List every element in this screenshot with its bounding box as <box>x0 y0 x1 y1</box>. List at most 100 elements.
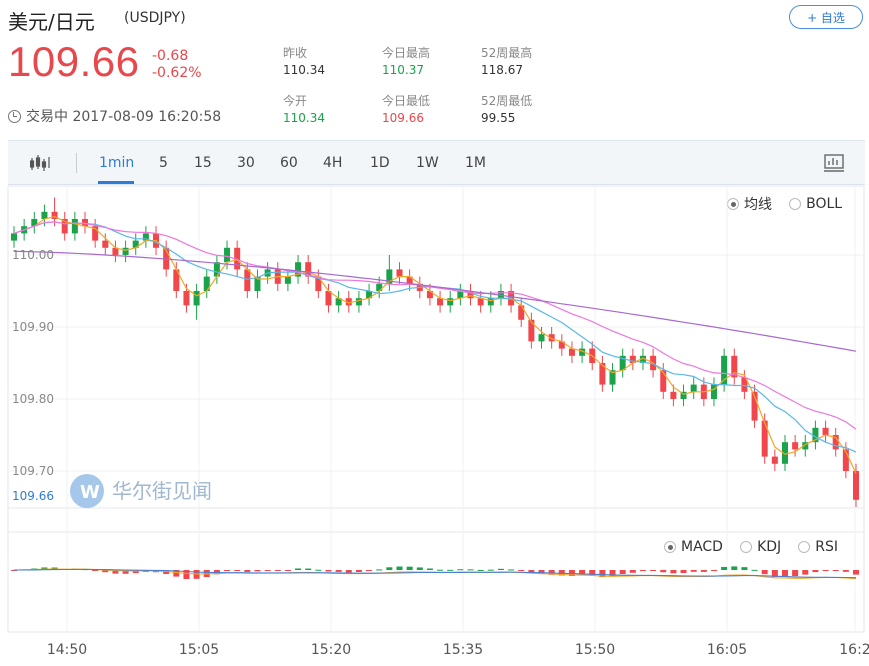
candle-body <box>670 391 677 399</box>
macd-bar <box>751 569 758 571</box>
macd-bar <box>335 570 342 572</box>
macd-bar <box>234 570 241 571</box>
macd-bar <box>741 567 748 570</box>
y-tick-label: 109.70 <box>12 464 54 478</box>
macd-bar <box>416 567 423 570</box>
macd-bar <box>325 570 332 572</box>
watermark-text: 华尔街见闻 <box>112 479 212 503</box>
candle-body <box>224 247 231 263</box>
macd-bar <box>254 570 261 572</box>
macd-bar <box>822 570 829 571</box>
x-tick-label: 14:50 <box>47 642 87 658</box>
x-tick-label: 15:35 <box>443 642 483 658</box>
candle-body <box>690 384 697 392</box>
macd-bar <box>396 566 403 570</box>
candle-body <box>122 247 129 255</box>
macd-bar <box>447 569 454 571</box>
macd-bar <box>315 569 322 571</box>
candle-body <box>528 319 535 342</box>
macd-bar <box>832 570 839 571</box>
y-tick-label: 109.90 <box>12 320 54 334</box>
macd-bar <box>680 570 687 573</box>
macd-bar <box>497 568 504 570</box>
macd-bar <box>508 569 515 571</box>
macd-bar <box>244 570 251 572</box>
x-tick-label: 15:05 <box>179 642 219 658</box>
ma-line-long <box>13 221 857 430</box>
macd-bar <box>518 570 525 571</box>
candle-body <box>771 456 778 464</box>
macd-bar <box>477 569 484 571</box>
macd-bar <box>437 569 444 571</box>
candle-body <box>853 471 859 500</box>
macd-bar <box>650 570 657 571</box>
macd-bar <box>345 570 352 573</box>
macd-bar <box>426 568 433 570</box>
macd-bar <box>284 570 291 571</box>
macd-bar <box>812 570 819 573</box>
macd-bar <box>761 570 768 575</box>
candle-body <box>518 305 525 320</box>
macd-bar <box>274 570 281 571</box>
macd-bar <box>731 566 738 570</box>
candle-body <box>183 291 190 306</box>
macd-bar <box>700 570 707 572</box>
macd-bar <box>386 567 393 570</box>
macd-bar <box>802 570 809 575</box>
candle-body <box>355 298 362 306</box>
candle-body <box>11 233 17 241</box>
macd-bar <box>670 570 677 574</box>
y-tick-label: 110.00 <box>12 248 54 262</box>
macd-panel <box>11 566 859 580</box>
macd-bar <box>619 570 626 575</box>
price-chart: W 华尔街见闻 110.00 109.90 109.80 109.70 109.66 14… <box>7 185 869 658</box>
macd-bar <box>487 569 494 571</box>
macd-bar <box>639 570 646 572</box>
candle-body <box>761 420 768 457</box>
y-tick-label: 109.80 <box>12 392 54 406</box>
macd-bar <box>355 570 362 572</box>
macd-bar <box>853 570 859 575</box>
macd-bar <box>305 568 312 570</box>
macd-bar <box>406 566 413 570</box>
macd-bar <box>660 570 667 573</box>
macd-bar <box>376 569 383 571</box>
candle-body <box>193 291 200 306</box>
watermark-logo-letter: W <box>80 482 100 503</box>
x-tick-label: 16:05 <box>707 642 747 658</box>
x-tick-label: 15:50 <box>575 642 615 658</box>
ma-line-trend <box>13 250 857 352</box>
macd-bar <box>792 570 799 577</box>
macd-bar <box>457 569 464 571</box>
macd-bar <box>366 570 373 571</box>
candles <box>11 197 859 507</box>
macd-bar <box>629 570 636 573</box>
candle-body <box>244 269 251 291</box>
macd-bar <box>224 570 231 572</box>
watermark: W 华尔街见闻 <box>70 474 212 508</box>
macd-dea-line <box>14 568 857 579</box>
macd-bar <box>264 570 271 571</box>
macd-bar <box>710 570 717 571</box>
candle-body <box>396 269 403 277</box>
candle-body <box>284 276 291 284</box>
candle-body <box>71 219 78 234</box>
candle-body <box>792 442 799 450</box>
macd-bar <box>721 566 728 570</box>
candle-body <box>102 240 109 248</box>
candle-body <box>822 427 829 435</box>
macd-bar <box>467 569 474 571</box>
x-tick-label: 15:20 <box>311 642 351 658</box>
candle-body <box>376 283 383 291</box>
candle-body <box>487 298 494 306</box>
candle-body <box>538 334 545 342</box>
macd-bar <box>295 568 302 570</box>
chart-grid <box>7 185 865 633</box>
macd-bar <box>690 570 697 572</box>
y-last-price-label: 109.66 <box>12 489 54 503</box>
candle-body <box>447 298 454 306</box>
ma-line-mid <box>13 221 857 453</box>
macd-bar <box>842 570 849 572</box>
macd-bar <box>781 570 788 577</box>
x-tick-label: 16:2 <box>839 642 869 658</box>
